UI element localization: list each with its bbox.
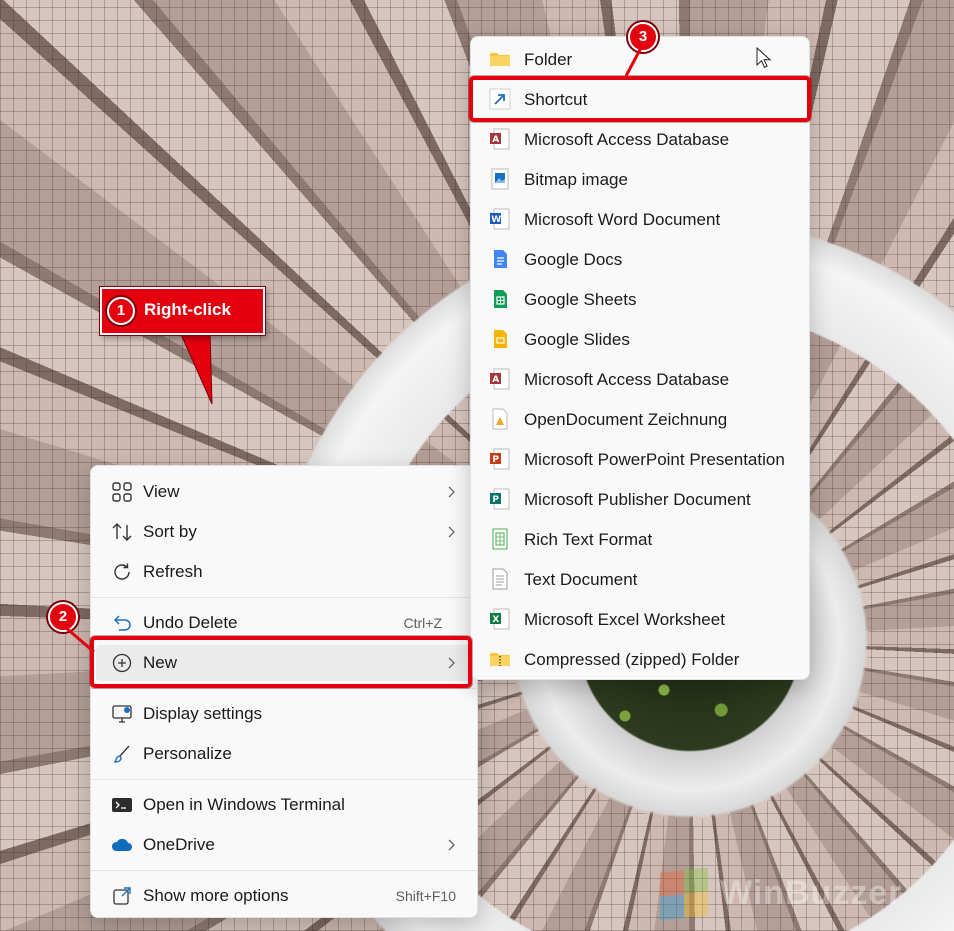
submenu-item-label: Rich Text Format	[524, 530, 653, 549]
submenu-item-opendocument-zeichnung[interactable]: OpenDocument Zeichnung	[476, 401, 804, 437]
callout-pointer	[179, 331, 213, 405]
submenu-item-excel-worksheet[interactable]: X Microsoft Excel Worksheet	[476, 601, 804, 637]
submenu-item-word-document[interactable]: W Microsoft Word Document	[476, 201, 804, 237]
excel-icon: X	[490, 608, 510, 630]
google-sheets-icon	[494, 290, 507, 308]
powerpoint-icon: P	[490, 448, 510, 470]
submenu-item-powerpoint-presentation[interactable]: P Microsoft PowerPoint Presentation	[476, 441, 804, 477]
access-icon: A	[490, 128, 510, 150]
brush-icon	[113, 745, 130, 763]
menu-item-refresh[interactable]: Refresh	[96, 554, 472, 590]
menu-item-label: Open in Windows Terminal	[143, 795, 345, 814]
step-1-badge: 1	[107, 297, 135, 325]
google-slides-icon	[494, 330, 507, 348]
submenu-item-publisher-document[interactable]: P Microsoft Publisher Document	[476, 481, 804, 517]
svg-text:X: X	[492, 615, 499, 625]
rtf-icon	[492, 528, 508, 550]
submenu-item-text-document[interactable]: Text Document	[476, 561, 804, 597]
chevron-right-icon	[448, 526, 455, 538]
new-item-highlight	[90, 636, 472, 688]
folder-icon	[490, 53, 510, 66]
submenu-item-label: Google Docs	[524, 250, 623, 269]
menu-separator	[91, 779, 477, 780]
shortcut-text: Ctrl+Z	[403, 615, 443, 631]
new-submenu: Folder Shortcut A Microsoft Access Datab…	[470, 36, 810, 680]
bitmap-icon	[491, 168, 509, 190]
terminal-icon	[112, 798, 132, 812]
word-icon: W	[490, 208, 510, 230]
menu-item-label: Show more options	[143, 886, 289, 905]
chevron-right-icon	[448, 839, 455, 851]
menu-item-label: OneDrive	[143, 835, 215, 854]
submenu-item-label: OpenDocument Zeichnung	[524, 410, 728, 429]
menu-item-personalize[interactable]: Personalize	[96, 736, 472, 772]
menu-item-label: Refresh	[143, 562, 203, 581]
submenu-item-access-database[interactable]: A Microsoft Access Database	[476, 121, 804, 157]
svg-text:A: A	[492, 135, 499, 145]
google-docs-icon	[494, 250, 507, 268]
refresh-icon	[114, 563, 130, 580]
submenu-item-label: Microsoft Word Document	[524, 210, 721, 229]
submenu-item-label: Microsoft Access Database	[524, 370, 730, 389]
menu-item-onedrive[interactable]: OneDrive	[96, 827, 472, 863]
submenu-item-rich-text-format[interactable]: Rich Text Format	[476, 521, 804, 557]
desktop-context-menu: View Sort by Refresh Undo Delete Ctrl+Z	[90, 465, 478, 918]
submenu-item-label: Microsoft Publisher Document	[524, 490, 751, 509]
sort-icon	[112, 523, 132, 541]
submenu-item-label: Bitmap image	[524, 170, 628, 189]
menu-item-label: View	[143, 482, 180, 501]
grid-icon	[112, 482, 132, 502]
menu-item-show-more-options[interactable]: Show more options Shift+F10	[96, 878, 472, 914]
access-icon: A	[490, 368, 510, 390]
submenu-item-google-slides[interactable]: Google Slides	[476, 321, 804, 357]
submenu-item-label: Folder	[524, 50, 573, 69]
step-2-pointer	[63, 624, 95, 654]
submenu-item-label: Microsoft Access Database	[524, 130, 730, 149]
menu-item-label: Display settings	[143, 704, 263, 723]
external-icon	[113, 887, 131, 905]
publisher-icon: P	[490, 488, 510, 510]
svg-text:P: P	[492, 455, 499, 465]
shortcut-item-highlight	[469, 76, 811, 122]
monitor-icon	[112, 705, 132, 723]
submenu-item-label: Text Document	[524, 570, 638, 589]
zip-folder-icon	[490, 653, 510, 666]
chevron-right-icon	[448, 486, 455, 498]
menu-item-display-settings[interactable]: Display settings	[96, 696, 472, 732]
submenu-item-label: Google Sheets	[524, 290, 637, 309]
cloud-icon	[111, 838, 132, 851]
submenu-item-google-sheets[interactable]: Google Sheets	[476, 281, 804, 317]
menu-item-open-terminal[interactable]: Open in Windows Terminal	[96, 787, 472, 823]
menu-separator	[91, 597, 477, 598]
step-3-pointer	[624, 45, 644, 77]
svg-text:W: W	[491, 215, 501, 225]
submenu-item-label: Compressed (zipped) Folder	[524, 650, 740, 669]
submenu-item-access-database-2[interactable]: A Microsoft Access Database	[476, 361, 804, 397]
submenu-item-label: Microsoft PowerPoint Presentation	[524, 450, 785, 469]
opendocument-icon	[492, 408, 508, 430]
menu-item-view[interactable]: View	[96, 474, 472, 510]
submenu-item-bitmap-image[interactable]: Bitmap image	[476, 161, 804, 197]
menu-separator	[91, 870, 477, 871]
menu-separator	[91, 688, 477, 689]
menu-item-label: Personalize	[143, 744, 232, 763]
menu-item-label: Sort by	[143, 522, 197, 541]
text-document-icon	[492, 568, 508, 590]
menu-item-sort-by[interactable]: Sort by	[96, 514, 472, 550]
watermark: WinBuzzer	[660, 864, 940, 924]
undo-icon	[113, 615, 131, 631]
submenu-item-label: Microsoft Excel Worksheet	[524, 610, 725, 629]
shortcut-text: Shift+F10	[395, 888, 456, 904]
right-click-callout: 1 Right-click	[100, 287, 265, 335]
menu-item-label: Undo Delete	[143, 613, 238, 632]
watermark-text: WinBuzzer	[720, 874, 903, 912]
submenu-item-google-docs[interactable]: Google Docs	[476, 241, 804, 277]
watermark-logo-icon	[660, 867, 708, 921]
submenu-item-compressed-folder[interactable]: Compressed (zipped) Folder	[476, 641, 804, 677]
svg-text:A: A	[492, 375, 499, 385]
submenu-item-label: Google Slides	[524, 330, 630, 349]
svg-text:P: P	[492, 495, 499, 505]
right-click-label: Right-click	[144, 300, 231, 319]
mouse-cursor-icon	[756, 47, 772, 68]
